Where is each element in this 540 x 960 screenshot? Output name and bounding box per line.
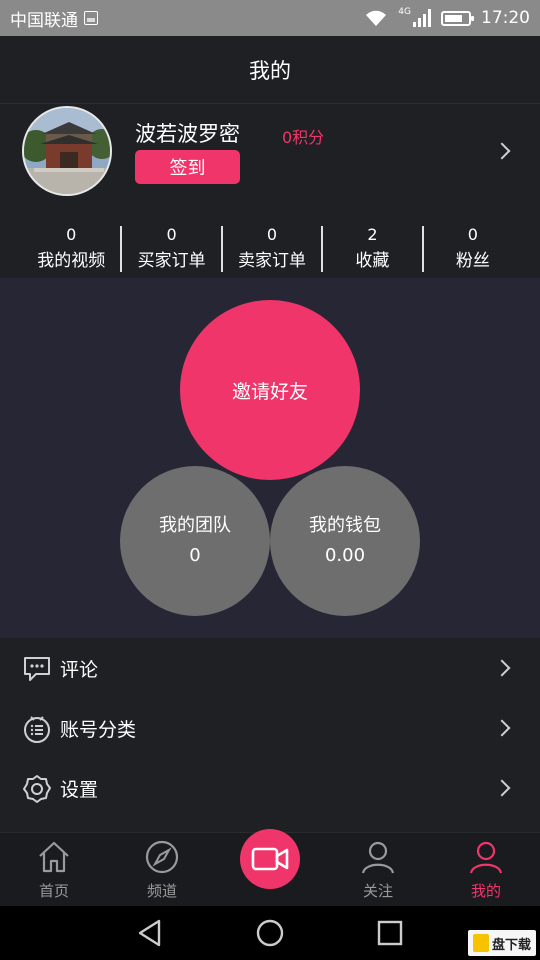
back-icon[interactable] bbox=[135, 918, 165, 948]
invite-label: 邀请好友 bbox=[231, 380, 308, 403]
wallet-label: 我的钱包 bbox=[309, 515, 381, 536]
person-icon bbox=[469, 841, 503, 874]
stat-label: 粉丝 bbox=[455, 251, 490, 271]
stat-value: 2 bbox=[367, 225, 378, 244]
menu-list: 评论 账号分类 设置 bbox=[0, 638, 540, 818]
carrier-name: 中国联通 bbox=[10, 10, 78, 31]
wifi-icon bbox=[366, 10, 387, 26]
feature-circles: 邀请好友 我的团队 0 我的钱包 0.00 bbox=[0, 278, 540, 638]
tab-channels[interactable]: 频道 bbox=[108, 833, 216, 907]
tab-label: 频道 bbox=[146, 882, 177, 900]
signal-icon bbox=[413, 9, 431, 27]
tab-bar: 首页 频道 关注 我的 bbox=[0, 829, 540, 907]
tab-mine[interactable]: 我的 bbox=[432, 833, 540, 907]
image-notification-icon bbox=[84, 11, 98, 25]
menu-label: 设置 bbox=[60, 778, 99, 801]
list-icon bbox=[24, 716, 50, 743]
chevron-right-icon bbox=[493, 659, 511, 677]
avatar-image bbox=[24, 108, 110, 194]
stat-fans[interactable]: 0 粉丝 bbox=[424, 226, 522, 272]
recents-icon[interactable] bbox=[375, 918, 405, 948]
tab-label: 我的 bbox=[470, 882, 501, 900]
menu-label: 账号分类 bbox=[60, 718, 137, 741]
menu-label: 评论 bbox=[60, 658, 99, 681]
points-label: 0积分 bbox=[282, 128, 325, 147]
signin-button[interactable]: 签到 bbox=[135, 150, 240, 184]
screen: 中国联通 4G 17:20 我的 波若波罗密 0积分 签到 0 我的视频 0 买… bbox=[0, 0, 540, 960]
username: 波若波罗密 bbox=[135, 122, 240, 146]
watermark-logo bbox=[472, 934, 489, 952]
stat-buyer-orders[interactable]: 0 买家订单 bbox=[122, 225, 223, 272]
comment-icon bbox=[24, 657, 50, 681]
chevron-right-icon bbox=[493, 779, 511, 797]
status-time: 17:20 bbox=[481, 8, 530, 28]
tab-label: 关注 bbox=[362, 882, 393, 900]
chevron-right-icon bbox=[493, 719, 511, 737]
my-team-button[interactable]: 我的团队 0 bbox=[120, 466, 270, 616]
network-type: 4G bbox=[398, 7, 411, 17]
chevron-right-icon[interactable] bbox=[493, 142, 511, 160]
tab-home[interactable]: 首页 bbox=[0, 833, 108, 907]
compass-icon bbox=[145, 840, 179, 874]
menu-item-settings[interactable]: 设置 bbox=[0, 758, 540, 818]
tab-following[interactable]: 关注 bbox=[324, 833, 432, 907]
team-label: 我的团队 bbox=[159, 515, 231, 536]
watermark-text: 盘下载 bbox=[491, 937, 531, 953]
home-circle-icon[interactable] bbox=[255, 918, 285, 948]
profile-row[interactable]: 波若波罗密 0积分 签到 bbox=[0, 104, 540, 200]
stat-label: 卖家订单 bbox=[238, 251, 307, 271]
gear-icon bbox=[23, 775, 51, 803]
stat-value: 0 bbox=[66, 225, 77, 244]
system-nav-bar: 盘下载 bbox=[0, 906, 540, 960]
battery-icon bbox=[441, 10, 474, 26]
wallet-value: 0.00 bbox=[324, 545, 366, 566]
status-bar: 中国联通 4G 17:20 bbox=[0, 0, 540, 36]
stat-value: 0 bbox=[166, 225, 177, 244]
page-title: 我的 bbox=[0, 36, 540, 104]
avatar[interactable] bbox=[22, 106, 112, 196]
stats-row: 0 我的视频 0 买家订单 0 卖家订单 2 收藏 0 粉丝 bbox=[22, 226, 522, 278]
stat-seller-orders[interactable]: 0 卖家订单 bbox=[223, 225, 324, 272]
stat-label: 收藏 bbox=[355, 251, 390, 271]
my-wallet-button[interactable]: 我的钱包 0.00 bbox=[270, 466, 420, 616]
watermark: 盘下载 bbox=[467, 930, 536, 956]
menu-item-account-category[interactable]: 账号分类 bbox=[0, 698, 540, 758]
stat-value: 0 bbox=[266, 225, 278, 244]
home-icon bbox=[39, 841, 69, 873]
carrier-group: 中国联通 bbox=[10, 6, 98, 31]
person-icon bbox=[361, 841, 395, 874]
stat-label: 我的视频 bbox=[37, 251, 106, 271]
menu-item-comments[interactable]: 评论 bbox=[0, 638, 540, 698]
battery-fill bbox=[445, 14, 462, 22]
team-value: 0 bbox=[189, 545, 201, 566]
stat-my-videos[interactable]: 0 我的视频 bbox=[22, 225, 123, 272]
status-icons: 4G 17:20 bbox=[364, 7, 530, 28]
video-camera-icon bbox=[251, 847, 289, 871]
record-video-button[interactable] bbox=[240, 829, 300, 889]
invite-friends-button[interactable]: 邀请好友 bbox=[180, 300, 360, 480]
stat-label: 买家订单 bbox=[137, 251, 206, 271]
stat-favorites[interactable]: 2 收藏 bbox=[323, 225, 424, 272]
tab-label: 首页 bbox=[38, 882, 69, 900]
stat-value: 0 bbox=[467, 225, 478, 244]
